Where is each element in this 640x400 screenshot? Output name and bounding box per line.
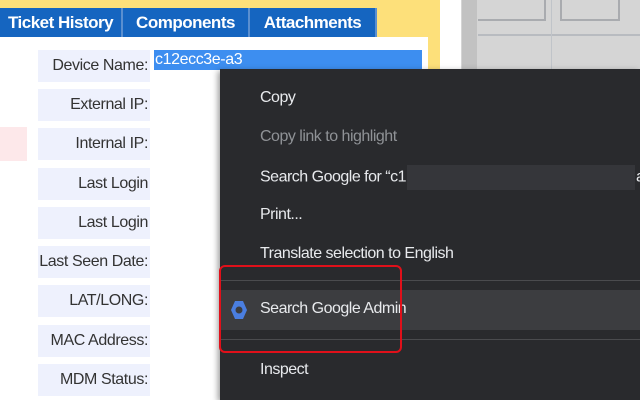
menu-item-translate[interactable]: Translate selection to English (260, 245, 454, 263)
search-label: Search Google for “c1 (260, 168, 407, 186)
redaction (407, 165, 636, 190)
field-label: Last Seen Date: (38, 246, 150, 278)
device-name-value[interactable]: c12ecc3e-a3 (154, 50, 422, 70)
field-label: Device Name: (38, 50, 150, 82)
field-label: MAC Address: (38, 325, 150, 357)
menu-item-print[interactable]: Print... (260, 206, 303, 224)
field-label: Internal IP: (38, 128, 150, 160)
tab-components[interactable]: Components (123, 8, 250, 37)
tab-bar: Ticket History Components Attachments (0, 8, 377, 37)
menu-item-copy-link: Copy link to highlight (260, 128, 397, 145)
menu-item-inspect[interactable]: Inspect (260, 361, 309, 379)
tab-attachments[interactable]: Attachments (250, 8, 377, 37)
tab-ticket-history[interactable]: Ticket History (0, 8, 123, 37)
field-label: External IP: (38, 89, 150, 121)
field-label: Last Login User: (38, 207, 150, 263)
field-label: LAT/LONG: (38, 285, 150, 317)
search-label-end: a” (636, 169, 640, 186)
menu-item-search-google[interactable]: Search Google for “c1 a” (260, 165, 640, 190)
field-label: MDM Status: (38, 364, 150, 396)
field-label: Last Login Date: (38, 168, 150, 224)
highlight-annotation (219, 265, 402, 353)
status-marker (0, 127, 27, 161)
menu-item-copy[interactable]: Copy (260, 89, 296, 107)
